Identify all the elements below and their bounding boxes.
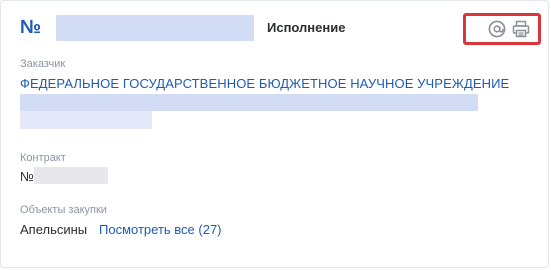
- purchase-objects-label: Объекты закупки: [20, 204, 107, 216]
- status-label: Исполнение: [267, 20, 346, 35]
- redacted-customer-name-line-3: [20, 111, 152, 129]
- registry-number-prefix: №: [20, 17, 42, 38]
- printer-icon[interactable]: [512, 20, 530, 38]
- redacted-registry-number: [56, 15, 254, 41]
- actions-highlight-box: [463, 13, 541, 45]
- contract-number-prefix: №: [20, 169, 34, 184]
- customer-name-link[interactable]: ФЕДЕРАЛЬНОЕ ГОСУДАРСТВЕННОЕ БЮДЖЕТНОЕ НА…: [20, 76, 509, 91]
- redacted-contract-number: [34, 167, 108, 184]
- see-all-link[interactable]: Посмотреть все (27): [99, 222, 222, 237]
- contract-label: Контракт: [20, 152, 66, 164]
- customer-label: Заказчик: [20, 58, 66, 70]
- at-sign-icon[interactable]: [488, 20, 506, 38]
- purchase-object-item: Апельсины: [20, 222, 88, 237]
- procurement-card: № Исполнение Заказчик ФЕДЕРАЛЬНОЕ ГОСУДА…: [0, 0, 549, 268]
- redacted-customer-name-line-2: [20, 94, 478, 111]
